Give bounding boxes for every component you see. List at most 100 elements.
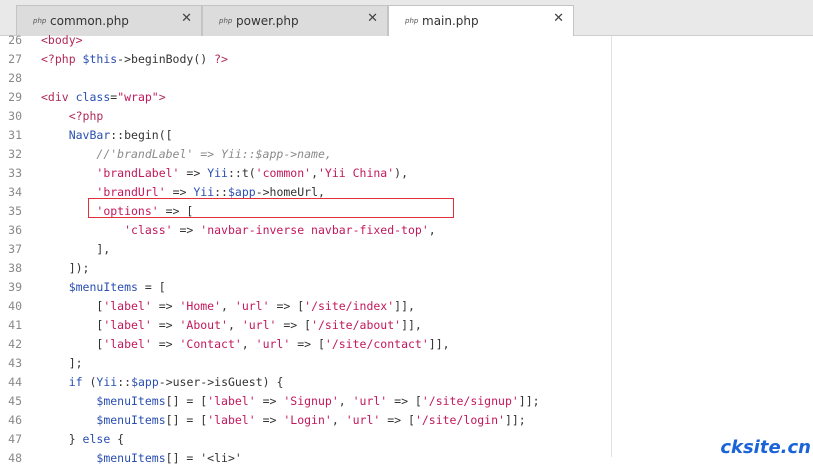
line-number: 40 — [8, 299, 22, 313]
code-token: => [ — [290, 337, 325, 351]
code-token: ?> — [214, 52, 228, 66]
tab-power-php[interactable]: php power.php ✕ — [202, 5, 388, 36]
code-token: ]]; — [504, 413, 526, 427]
code-token: [] = '<li>' — [165, 451, 242, 465]
code-token: [ — [41, 318, 104, 332]
code-line: ['label' => 'About', 'url' => ['/site/ab… — [41, 316, 422, 335]
code-line: if (Yii::$app->user->isGuest) { — [41, 373, 284, 392]
code-token: => [ — [380, 413, 415, 427]
line-number: 47 — [8, 432, 22, 446]
tab-main-php[interactable]: php main.php ✕ — [388, 5, 574, 37]
code-editor[interactable]: 26 27 28 29 30 31 32 33 34 35 36 37 38 39 40 41 42 43 44 45… — [0, 33, 813, 465]
code-token: 'Home' — [179, 299, 222, 313]
code-token: , — [311, 166, 318, 180]
line-number: 46 — [8, 413, 22, 427]
code-line: $menuItems[] = ['label' => 'Signup', 'ur… — [41, 392, 540, 411]
php-file-icon: php — [219, 17, 233, 25]
code-token: => — [179, 166, 208, 180]
code-token: 'url' — [352, 394, 388, 408]
code-token: => — [151, 318, 180, 332]
code-token: ( — [82, 375, 97, 389]
code-line: $menuItems[] = ['label' => 'Login', 'url… — [41, 411, 526, 430]
code-token: => — [172, 223, 201, 237]
code-token: ]], — [401, 318, 422, 332]
code-line: <?php — [41, 107, 104, 126]
line-number: 34 — [8, 185, 22, 199]
code-line: ]); — [41, 259, 90, 278]
code-token: 'label' — [103, 318, 152, 332]
code-line: 'class' => 'navbar-inverse navbar-fixed-… — [41, 221, 436, 240]
code-token: ]); — [41, 261, 90, 275]
tab-label: power.php — [236, 14, 299, 28]
line-number: 45 — [8, 394, 22, 408]
highlight-box — [88, 198, 454, 218]
code-line: //'brandLabel' => Yii::$app->name, — [41, 145, 331, 164]
code-token: if — [68, 375, 83, 389]
code-token: 'label' — [207, 413, 256, 427]
code-token: ->beginBody() — [117, 52, 215, 66]
code-token: Yii — [96, 375, 118, 389]
line-number: 28 — [8, 71, 22, 85]
code-token: $menuItems — [96, 394, 166, 408]
code-token: NavBar — [68, 128, 111, 142]
code-token: 'Signup' — [283, 394, 339, 408]
code-line: $menuItems = [ — [41, 278, 166, 297]
code-token: 'url' — [345, 413, 381, 427]
line-number: 36 — [8, 223, 22, 237]
code-token: => [ — [276, 318, 312, 332]
tab-label: common.php — [50, 14, 129, 28]
line-number: 48 — [8, 451, 22, 465]
code-line: <?php $this->beginBody() ?> — [41, 50, 228, 69]
code-line: ]; — [41, 354, 83, 373]
code-token: 'navbar-inverse navbar-fixed-top' — [200, 223, 429, 237]
line-number: 44 — [8, 375, 22, 389]
code-line: NavBar::begin([ — [41, 126, 173, 145]
line-number: 32 — [8, 147, 22, 161]
code-token: ]], — [394, 299, 415, 313]
code-token: 'url' — [241, 318, 277, 332]
code-token: 'common' — [255, 166, 312, 180]
code-line: } else { — [41, 430, 124, 449]
code-token: ::t( — [227, 166, 256, 180]
code-token: '/site/contact' — [324, 337, 429, 351]
code-token: => [ — [269, 299, 305, 313]
code-line: ['label' => 'Contact', 'url' => ['/site/… — [41, 335, 450, 354]
code-token: ->homeUrl, — [255, 185, 325, 199]
line-number: 27 — [8, 52, 22, 66]
code-token: 'url' — [255, 337, 291, 351]
code-token: 'label' — [103, 299, 152, 313]
close-icon[interactable]: ✕ — [181, 11, 192, 26]
line-number: 38 — [8, 261, 22, 275]
php-file-icon: php — [405, 17, 419, 25]
code-token: = [ — [137, 280, 166, 294]
code-token: , — [221, 299, 235, 313]
watermark: cksite.cn — [720, 437, 811, 458]
code-token: 'Yii China' — [318, 166, 395, 180]
close-icon[interactable]: ✕ — [553, 11, 564, 26]
close-icon[interactable]: ✕ — [367, 11, 378, 26]
code-token: => — [151, 299, 180, 313]
code-token: :: — [214, 185, 228, 199]
code-line: 'brandLabel' => Yii::t('common','Yii Chi… — [41, 164, 408, 183]
line-number: 29 — [8, 90, 22, 104]
tab-label: main.php — [422, 14, 479, 28]
code-token: '/site/login' — [414, 413, 505, 427]
code-token: [] = [ — [165, 394, 208, 408]
code-token: ), — [394, 166, 409, 180]
line-number-gutter: 26 27 28 29 30 31 32 33 34 35 36 37 38 39 40 41 42 43 44 45… — [0, 33, 32, 465]
code-line: ], — [41, 240, 110, 259]
line-number: 39 — [8, 280, 22, 294]
line-number: 33 — [8, 166, 22, 180]
code-token: => — [151, 337, 180, 351]
code-token: ::begin([ — [110, 128, 173, 142]
code-token: [ — [41, 337, 104, 351]
code-token: ]]; — [518, 394, 540, 408]
line-number: 43 — [8, 356, 22, 370]
code-token: ]], — [428, 337, 450, 351]
